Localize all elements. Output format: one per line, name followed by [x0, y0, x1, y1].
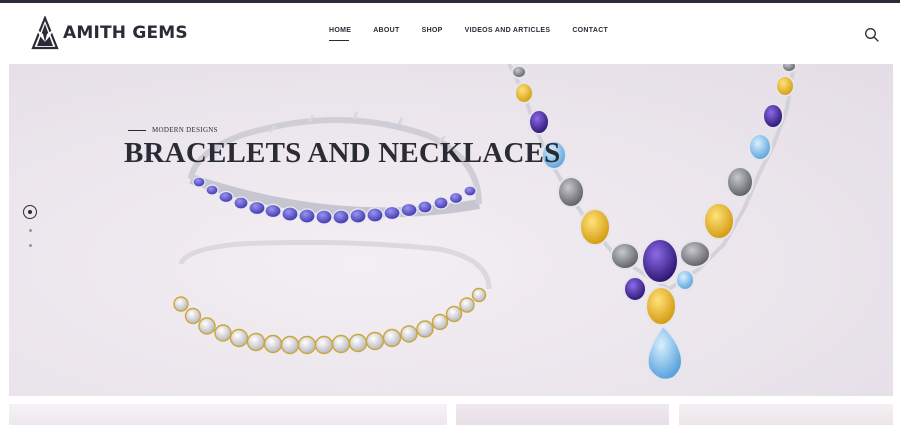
gem-star-logo-icon — [31, 16, 59, 50]
hero-slider: MODERN DESIGNS BRACELETS AND NECKLACES — [9, 64, 893, 396]
feature-card-3[interactable] — [679, 404, 893, 425]
slide-dot-3[interactable] — [29, 244, 32, 247]
jewelry-photo — [173, 64, 797, 381]
hero-title: BRACELETS AND NECKLACES — [124, 137, 561, 169]
site-header: AMITH GEMS HOME ABOUT SHOP VIDEOS AND AR… — [0, 3, 900, 64]
nav-about[interactable]: ABOUT — [373, 27, 399, 34]
feature-card-2[interactable] — [456, 404, 669, 425]
brand-logo[interactable]: AMITH GEMS — [30, 16, 188, 50]
slide-dot-1[interactable] — [23, 205, 37, 219]
eyebrow-text: MODERN DESIGNS — [152, 126, 218, 134]
hero-eyebrow: MODERN DESIGNS — [128, 126, 218, 134]
feature-card-1[interactable] — [9, 404, 447, 425]
brand-name: AMITH GEMS — [63, 23, 188, 43]
nav-shop[interactable]: SHOP — [422, 27, 443, 34]
nav-home[interactable]: HOME — [329, 27, 351, 41]
main-nav: HOME ABOUT SHOP VIDEOS AND ARTICLES CONT… — [329, 27, 630, 41]
search-icon[interactable] — [863, 26, 881, 44]
nav-videos-and-articles[interactable]: VIDEOS AND ARTICLES — [465, 27, 551, 34]
eyebrow-divider — [128, 129, 146, 131]
slide-dot-2[interactable] — [29, 229, 32, 232]
nav-contact[interactable]: CONTACT — [572, 27, 608, 34]
